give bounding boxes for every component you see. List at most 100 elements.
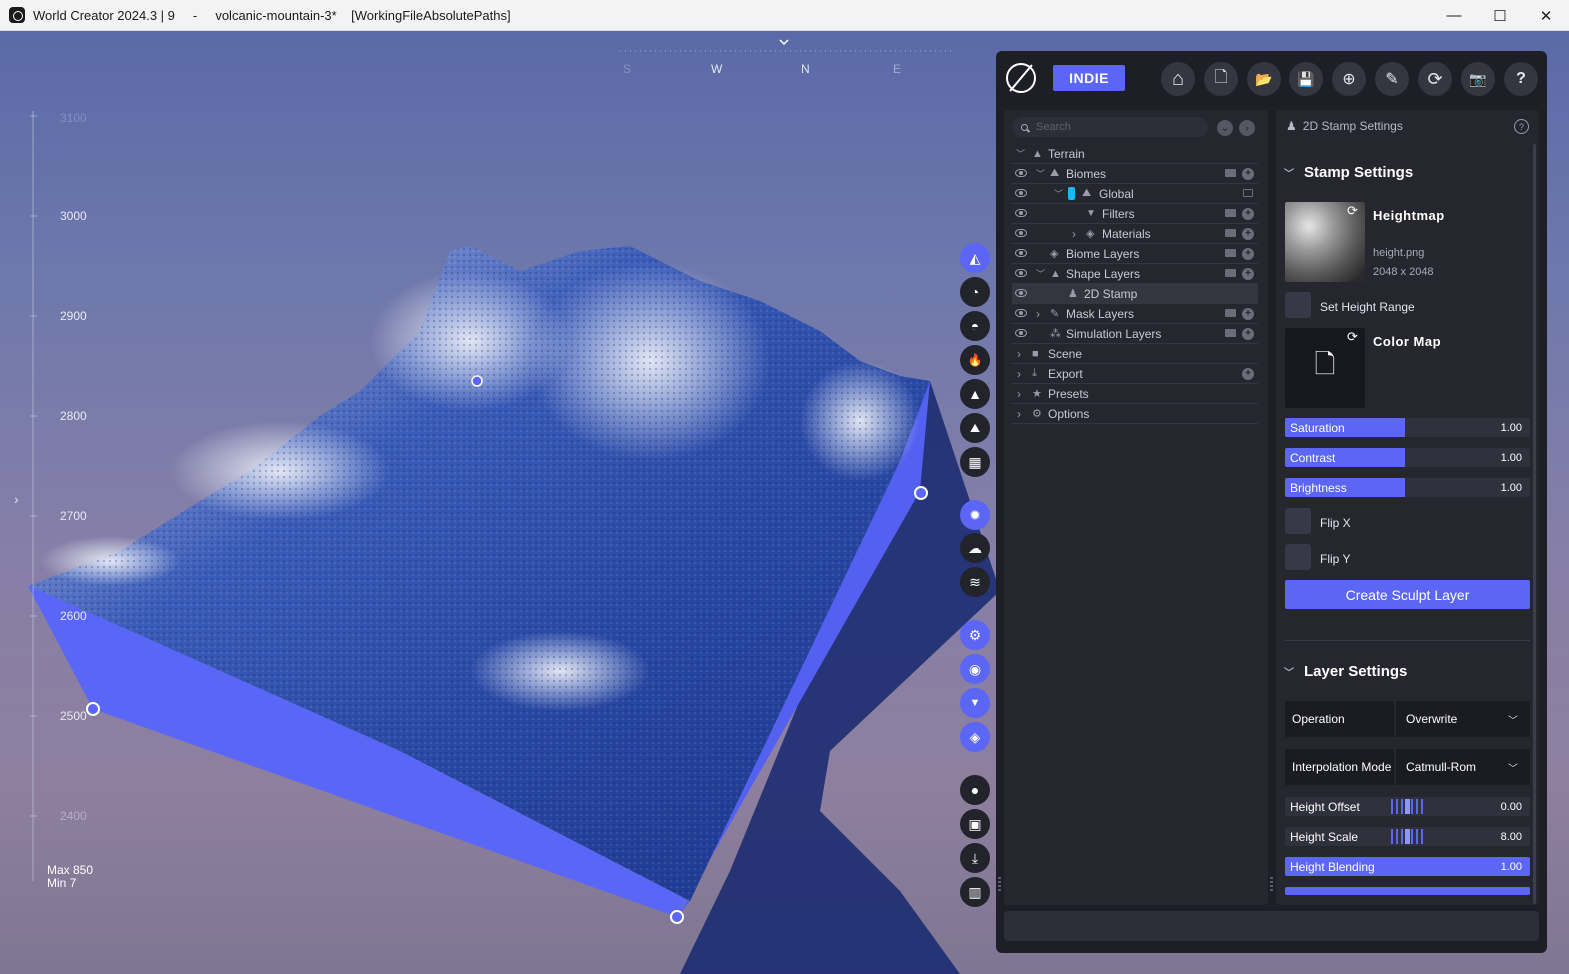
- resize-grip-left[interactable]: [998, 877, 1001, 891]
- folder-icon[interactable]: [1225, 229, 1236, 237]
- operation-value[interactable]: Overwrite ﹀: [1396, 701, 1530, 737]
- settings-scrollbar[interactable]: [1533, 144, 1536, 904]
- eye-icon[interactable]: [1015, 249, 1027, 257]
- expand-all-button[interactable]: ›: [1239, 120, 1255, 136]
- folder-icon[interactable]: [1225, 309, 1236, 317]
- tree-item-terrain[interactable]: ﹀ ▲ Terrain: [1012, 144, 1258, 164]
- search-input[interactable]: [1036, 121, 1186, 133]
- chevron-right-icon[interactable]: ›: [1017, 407, 1021, 421]
- help-icon[interactable]: ?: [1514, 119, 1529, 134]
- color-blending-slider[interactable]: [1285, 887, 1530, 895]
- chevron-right-icon[interactable]: ›: [1072, 227, 1076, 241]
- grid-tool[interactable]: ▦: [960, 447, 990, 477]
- height-scale-slider[interactable]: Height Scale 8.00: [1285, 827, 1530, 846]
- folder-icon[interactable]: [1225, 209, 1236, 217]
- help-button[interactable]: ?: [1504, 62, 1538, 96]
- pie-tool[interactable]: ◔: [960, 277, 990, 307]
- slider-handle[interactable]: [1391, 829, 1425, 844]
- download-tool[interactable]: ⤓: [960, 843, 990, 873]
- eye-icon[interactable]: [1015, 169, 1027, 177]
- folder-icon[interactable]: [1225, 329, 1236, 337]
- save-as-button[interactable]: ⊕: [1332, 62, 1366, 96]
- height-blending-slider[interactable]: Height Blending 1.00: [1285, 857, 1530, 876]
- record-tool[interactable]: ●: [960, 775, 990, 805]
- chevron-down-icon[interactable]: ﹀: [1054, 187, 1063, 200]
- image-tool[interactable]: ▣: [960, 809, 990, 839]
- add-icon[interactable]: +: [1242, 268, 1254, 280]
- interpolation-mode-dropdown[interactable]: Interpolation Mode Catmull-Rom ﹀: [1285, 749, 1530, 785]
- contrast-slider[interactable]: Contrast 1.00: [1285, 448, 1530, 467]
- add-icon[interactable]: +: [1242, 248, 1254, 260]
- open-button[interactable]: 📂: [1247, 62, 1281, 96]
- tree-item-export[interactable]: › ⤓ Export +: [1012, 364, 1258, 384]
- tree-item-biomes[interactable]: ﹀ ⛰ Biomes +: [1012, 164, 1258, 184]
- add-icon[interactable]: +: [1242, 208, 1254, 220]
- chevron-down-icon[interactable]: ﹀: [1036, 167, 1045, 180]
- tree-item-materials[interactable]: › ◈ Materials +: [1012, 224, 1258, 244]
- tree-item-shape-layers[interactable]: ﹀ ▲ Shape Layers +: [1012, 264, 1258, 284]
- export-button[interactable]: ✎: [1375, 62, 1409, 96]
- collapse-all-button[interactable]: ⌄: [1217, 120, 1233, 136]
- saturation-slider[interactable]: Saturation 1.00: [1285, 418, 1530, 437]
- resize-grip-middle[interactable]: [1270, 877, 1273, 891]
- maximize-button[interactable]: ☐: [1477, 0, 1523, 31]
- chart-tool[interactable]: ▥: [960, 877, 990, 907]
- chevron-right-icon[interactable]: ›: [1036, 307, 1040, 321]
- water-tool[interactable]: ≋: [960, 567, 990, 597]
- tree-item-options[interactable]: › ⚙ Options: [1012, 404, 1258, 424]
- tree-item-biome-layers[interactable]: ◈ Biome Layers +: [1012, 244, 1258, 264]
- tree-item-scene[interactable]: › ■ Scene: [1012, 344, 1258, 364]
- folder-icon[interactable]: [1225, 269, 1236, 277]
- flip-y-checkbox[interactable]: [1285, 544, 1311, 570]
- biome-tool[interactable]: ⛰: [960, 413, 990, 443]
- stamp-settings-section[interactable]: ﹀ Stamp Settings: [1284, 164, 1413, 181]
- minimize-button[interactable]: —: [1431, 0, 1477, 31]
- eye-icon[interactable]: [1015, 289, 1027, 297]
- reload-color-map-icon[interactable]: ⟳: [1347, 329, 1358, 345]
- operation-dropdown[interactable]: Operation Overwrite ﹀: [1285, 701, 1530, 737]
- add-icon[interactable]: +: [1242, 308, 1254, 320]
- layer-settings-section[interactable]: ﹀ Layer Settings: [1284, 663, 1407, 680]
- tree-item-filters[interactable]: ▼ Filters +: [1012, 204, 1258, 224]
- eye-icon[interactable]: [1015, 209, 1027, 217]
- eye-icon[interactable]: [1015, 309, 1027, 317]
- brightness-slider[interactable]: Brightness 1.00: [1285, 478, 1530, 497]
- flame-tool[interactable]: 🔥: [960, 345, 990, 375]
- visibility-tool[interactable]: ◉: [960, 654, 990, 684]
- chevron-right-icon[interactable]: ›: [1017, 367, 1021, 381]
- chevron-right-icon[interactable]: ›: [1017, 347, 1021, 361]
- cloud-tool[interactable]: ☁: [960, 533, 990, 563]
- layers-tool[interactable]: ◈: [960, 722, 990, 752]
- tree-item-mask-layers[interactable]: › ✎ Mask Layers +: [1012, 304, 1258, 324]
- add-icon[interactable]: +: [1242, 228, 1254, 240]
- settings-tool[interactable]: ⚙: [960, 620, 990, 650]
- set-height-range-checkbox[interactable]: [1285, 292, 1311, 318]
- layers-icon[interactable]: [1243, 189, 1253, 197]
- create-sculpt-layer-button[interactable]: Create Sculpt Layer: [1285, 580, 1530, 609]
- screenshot-button[interactable]: 📷: [1461, 62, 1495, 96]
- add-icon[interactable]: +: [1242, 368, 1254, 380]
- tree-item-presets[interactable]: › ★ Presets: [1012, 384, 1258, 404]
- folder-icon[interactable]: [1225, 169, 1236, 177]
- folder-icon[interactable]: [1225, 249, 1236, 257]
- sun-tool[interactable]: ✹: [960, 500, 990, 530]
- home-button[interactable]: ⌂: [1161, 62, 1195, 96]
- chevron-down-icon[interactable]: ﹀: [1016, 147, 1025, 160]
- eye-icon[interactable]: [1015, 269, 1027, 277]
- mountain-tool[interactable]: ▲: [960, 379, 990, 409]
- tree-item-2d-stamp[interactable]: ♟ 2D Stamp: [1012, 284, 1258, 304]
- interpolation-mode-value[interactable]: Catmull-Rom ﹀: [1396, 749, 1530, 785]
- tree-item-simulation-layers[interactable]: ⁂ Simulation Layers +: [1012, 324, 1258, 344]
- filter-tool[interactable]: ▼: [960, 688, 990, 718]
- tree-item-global[interactable]: ﹀ ⛰ Global: [1012, 184, 1258, 204]
- flip-x-checkbox[interactable]: [1285, 508, 1311, 534]
- expand-left-panel-icon[interactable]: ›: [14, 491, 19, 507]
- eye-icon[interactable]: [1015, 189, 1027, 197]
- add-icon[interactable]: +: [1242, 168, 1254, 180]
- reload-heightmap-icon[interactable]: ⟳: [1347, 203, 1358, 219]
- reload-button[interactable]: ⟳: [1418, 62, 1452, 96]
- mountain-circle-tool[interactable]: ◓: [960, 311, 990, 341]
- save-button[interactable]: 💾: [1289, 62, 1323, 96]
- chevron-down-icon[interactable]: ﹀: [1036, 267, 1045, 280]
- close-button[interactable]: ✕: [1523, 0, 1569, 31]
